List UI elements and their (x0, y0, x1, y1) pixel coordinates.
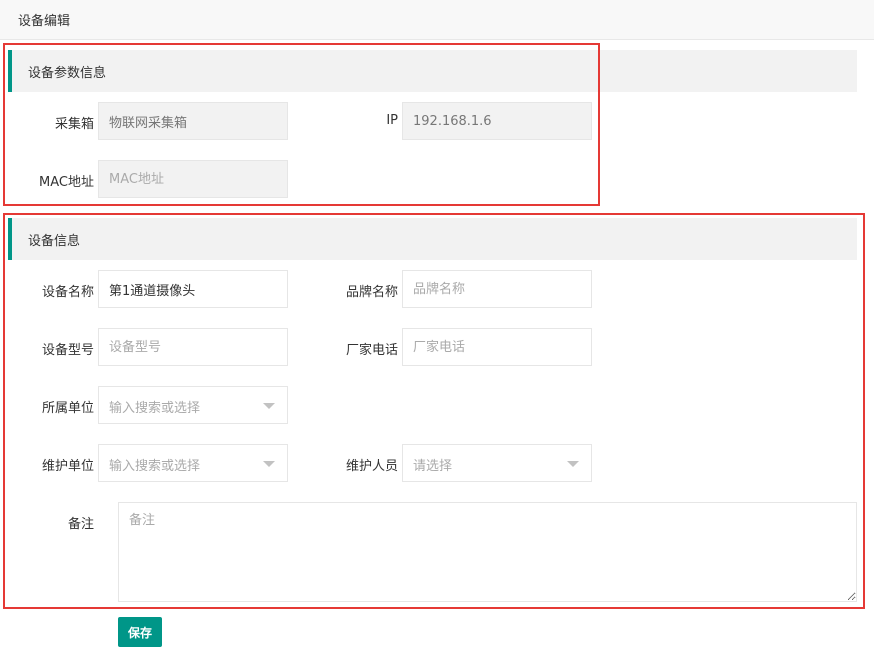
params-highlight-box (3, 43, 600, 206)
page-header: 设备编辑 (0, 0, 874, 40)
save-button[interactable]: 保存 (118, 617, 162, 647)
page-title: 设备编辑 (18, 14, 71, 29)
device-info-highlight-box (3, 213, 865, 609)
